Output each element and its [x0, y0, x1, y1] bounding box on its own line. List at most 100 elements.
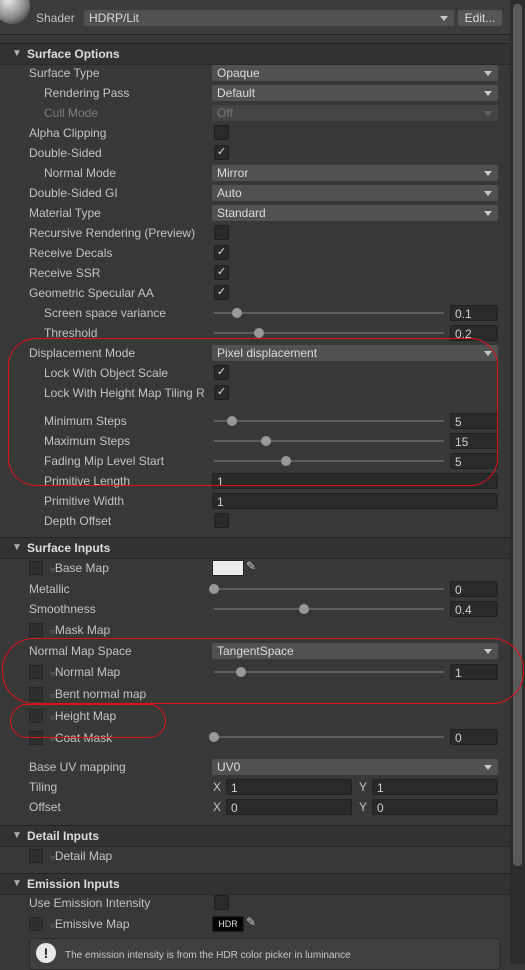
eyedropper-icon[interactable]: ✎ — [246, 559, 256, 573]
tiling-x-label: X — [213, 780, 222, 794]
tiling-x-field[interactable]: 1 — [226, 779, 352, 795]
edit-shader-button[interactable]: Edit... — [458, 10, 502, 26]
recursive-rendering-checkbox[interactable] — [214, 225, 229, 240]
primitive-width-field[interactable]: 1 — [212, 493, 498, 509]
recursive-rendering-label: Recursive Rendering (Preview) — [29, 226, 196, 240]
value: Auto — [217, 186, 242, 200]
value: UV0 — [217, 760, 241, 774]
chevron-down-icon — [484, 91, 492, 96]
screen-space-variance-slider-track[interactable] — [214, 312, 444, 314]
smoothness-slider-track[interactable] — [214, 608, 444, 610]
receive-ssr-label: Receive SSR — [29, 266, 101, 280]
coat-mask-slider-track[interactable] — [214, 736, 444, 738]
metallic-slider-track[interactable] — [214, 588, 444, 590]
shader-header: Shader HDRP/Lit Edit... — [0, 0, 510, 35]
scrollbar-track[interactable] — [510, 0, 525, 964]
threshold-slider-knob[interactable] — [254, 328, 264, 338]
checkmark-icon: ✓ — [216, 266, 227, 278]
detail-map-texture-slot[interactable] — [29, 849, 43, 863]
double-sided-gi-label: Double-Sided GI — [29, 186, 118, 200]
use-emission-intensity-label: Use Emission Intensity — [29, 896, 151, 910]
eyedropper-icon[interactable]: ✎ — [246, 915, 256, 929]
receive-ssr-checkbox[interactable]: ✓ — [214, 265, 229, 280]
screen-space-variance-label: Screen space variance — [44, 306, 167, 320]
emission-inputs-header[interactable]: ▼ Emission Inputs — [0, 873, 510, 895]
coat-mask-field[interactable]: 0 — [450, 729, 498, 745]
shader-label: Shader — [36, 11, 75, 25]
double-sided-gi-dropdown[interactable]: Auto — [212, 185, 498, 201]
primitive-width-label: Primitive Width — [44, 494, 125, 508]
chevron-down-icon — [484, 171, 492, 176]
metallic-label: Metallic — [29, 582, 70, 596]
surface-inputs-header[interactable]: ▼ Surface Inputs — [0, 537, 510, 559]
surface-type-label: Surface Type — [29, 66, 100, 80]
tiling-y-label: Y — [359, 780, 368, 794]
rendering-pass-dropdown[interactable]: Default — [212, 85, 498, 101]
alpha-clipping-checkbox[interactable] — [214, 125, 229, 140]
geometric-specular-aa-checkbox[interactable]: ✓ — [214, 285, 229, 300]
material-type-label: Material Type — [29, 206, 101, 220]
label-text: Emissive Map — [54, 917, 130, 931]
value: Mirror — [217, 166, 249, 180]
geometric-specular-aa-label: Geometric Specular AA — [29, 286, 154, 300]
cull-mode-dropdown: Off — [212, 105, 498, 121]
checkmark-icon: ✓ — [216, 286, 227, 298]
receive-decals-checkbox[interactable]: ✓ — [214, 245, 229, 260]
section-title: Emission Inputs — [27, 877, 120, 891]
value: 0.4 — [455, 603, 472, 617]
double-sided-checkbox[interactable]: ✓ — [214, 145, 229, 160]
surface-options-header[interactable]: ▼ Surface Options — [0, 43, 510, 65]
value: 1 — [217, 495, 224, 509]
scrollbar-thumb[interactable] — [513, 4, 522, 866]
smoothness-field[interactable]: 0.4 — [450, 601, 498, 617]
threshold-slider-track[interactable] — [214, 332, 444, 334]
detail-map-label: ○Detail Map — [50, 849, 112, 863]
offset-x-field[interactable]: 0 — [226, 799, 352, 815]
smoothness-slider-knob[interactable] — [299, 604, 309, 614]
label-text: Base Map — [54, 561, 109, 575]
cull-mode-label: Cull Mode — [44, 106, 99, 120]
foldout-triangle-icon: ▼ — [12, 878, 22, 889]
screen-space-variance-field[interactable]: 0.1 — [450, 305, 498, 321]
base-color-swatch[interactable] — [212, 560, 244, 576]
red-annotation-outline-displacement — [8, 338, 498, 486]
value: 0 — [455, 583, 462, 597]
metallic-field[interactable]: 0 — [450, 581, 498, 597]
screen-space-variance-slider-knob[interactable] — [231, 308, 242, 318]
base-uv-mapping-dropdown[interactable]: UV0 — [212, 759, 498, 775]
normal-mode-dropdown[interactable]: Mirror — [212, 165, 498, 181]
material-type-dropdown[interactable]: Standard — [212, 205, 498, 221]
mask-map-texture-slot[interactable] — [29, 623, 43, 637]
value: Opaque — [217, 66, 260, 80]
base-map-texture-slot[interactable] — [29, 561, 43, 575]
rendering-pass-label: Rendering Pass — [44, 86, 130, 100]
smoothness-label: Smoothness — [29, 602, 96, 616]
surface-type-dropdown[interactable]: Opaque — [212, 65, 498, 81]
value: 0 — [377, 801, 384, 815]
offset-label: Offset — [29, 800, 61, 814]
coat-mask-slider-knob[interactable] — [209, 732, 219, 742]
emissive-color-hdr-swatch[interactable]: HDR — [212, 916, 244, 932]
base-map-label: ○Base Map — [50, 561, 109, 575]
tiling-y-field[interactable]: 1 — [372, 779, 498, 795]
offset-y-field[interactable]: 0 — [372, 799, 498, 815]
detail-inputs-header[interactable]: ▼ Detail Inputs — [0, 825, 510, 847]
metallic-slider-knob[interactable] — [209, 584, 219, 594]
material-preview-sphere — [0, 0, 30, 24]
emissive-map-texture-slot[interactable] — [29, 917, 43, 931]
offset-x-label: X — [213, 800, 222, 814]
foldout-triangle-icon: ▼ — [12, 48, 22, 59]
use-emission-intensity-checkbox[interactable] — [214, 895, 229, 910]
label-text: Mask Map — [54, 623, 111, 637]
value: 0 — [231, 801, 238, 815]
emissive-map-label: ○Emissive Map — [50, 917, 130, 931]
depth-offset-label: Depth Offset — [44, 514, 112, 528]
tiling-label: Tiling — [29, 780, 58, 794]
section-title: Detail Inputs — [27, 829, 100, 843]
depth-offset-checkbox[interactable] — [214, 513, 229, 528]
chevron-down-icon — [484, 191, 492, 196]
shader-dropdown[interactable]: HDRP/Lit — [84, 10, 454, 26]
chevron-down-icon — [484, 765, 492, 770]
info-icon: ! — [36, 943, 56, 963]
chevron-down-icon — [484, 111, 492, 116]
